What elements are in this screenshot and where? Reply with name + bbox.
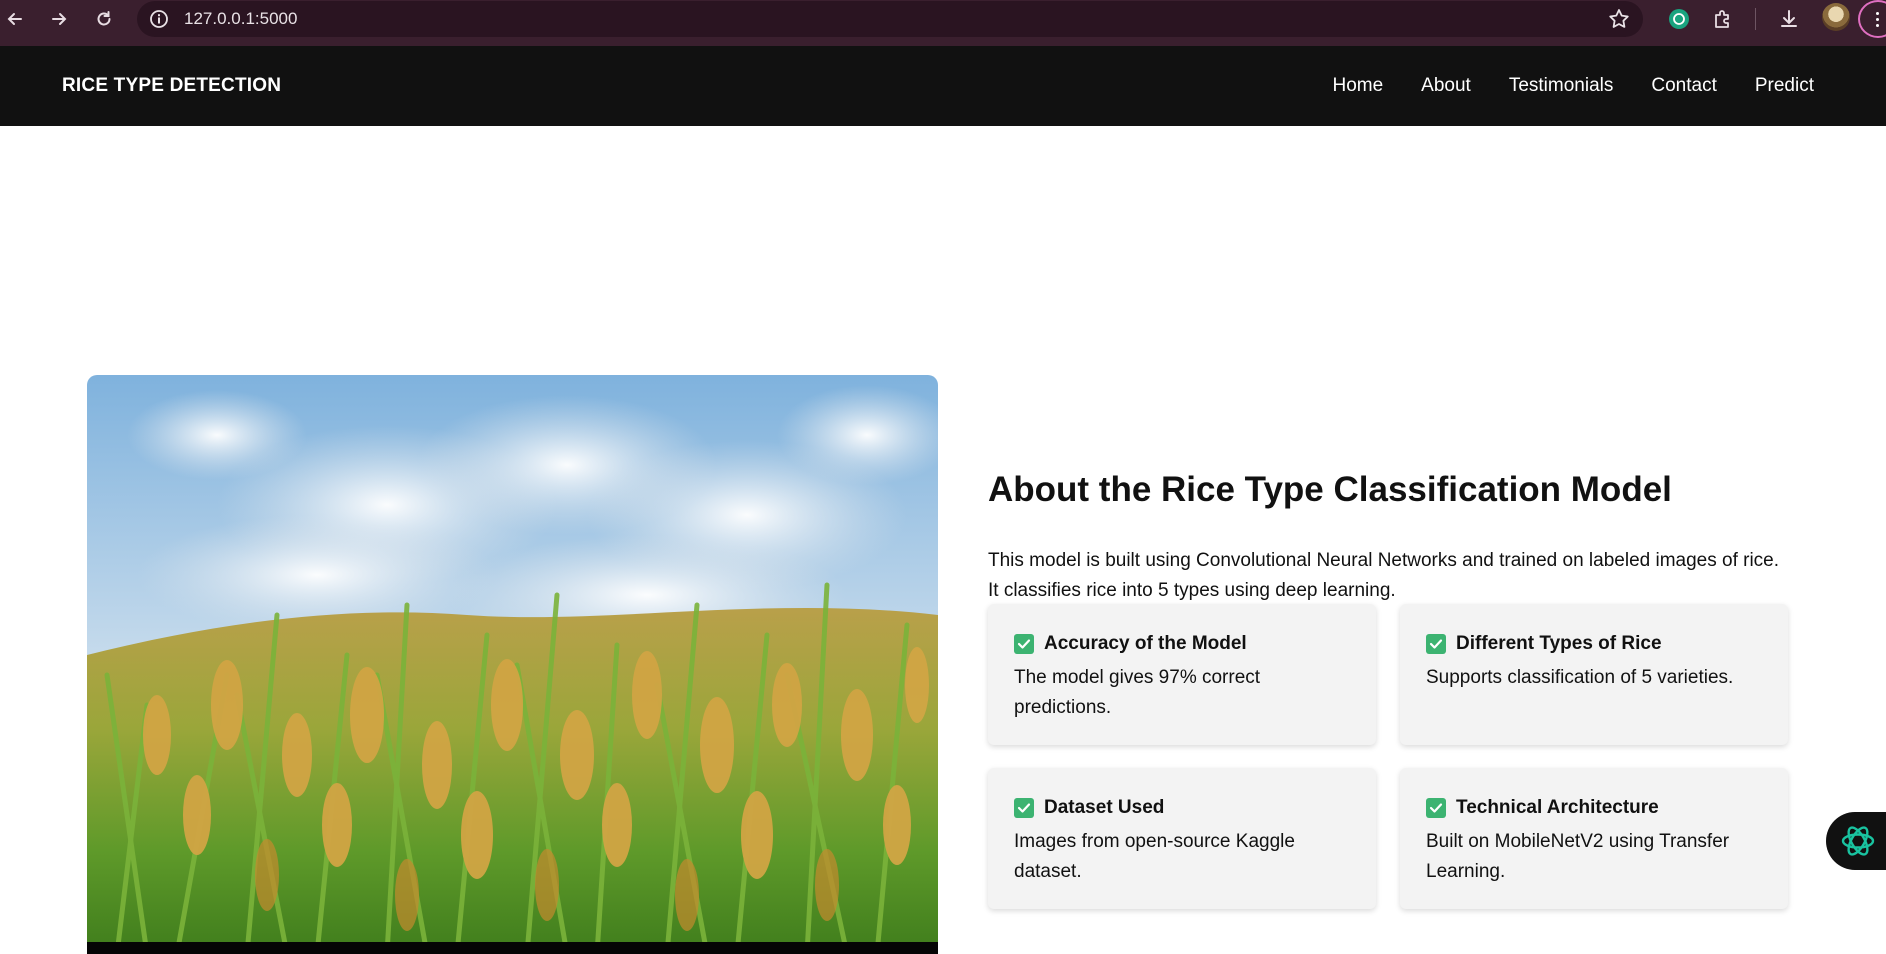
nav-home[interactable]: Home [1332,75,1383,97]
card-body: Images from open-source Kaggle dataset. [1014,831,1295,882]
nav-predict[interactable]: Predict [1755,75,1814,97]
profile-avatar[interactable] [1822,3,1850,31]
kebab-menu-icon [1876,12,1879,15]
star-icon[interactable] [1607,7,1631,31]
puzzle-icon [1715,10,1729,28]
card-title: Accuracy of the Model [1044,633,1247,654]
card-body: Built on MobileNetV2 using Transfer Lear… [1426,831,1730,882]
about-title: About the Rice Type Classification Model [988,470,1672,509]
nav-about[interactable]: About [1421,75,1471,97]
arrow-right-icon [52,13,67,25]
check-box-icon [1426,634,1446,654]
address-bar[interactable]: 127.0.0.1:5000 [137,1,1643,37]
card-header: Technical Architecture [1426,797,1659,819]
card-header: Different Types of Rice [1426,633,1662,655]
extensions-button[interactable] [1708,4,1738,34]
toolbar-divider [1755,8,1756,30]
about-description: This model is built using Convolutional … [988,550,1780,601]
chatgpt-extension-button[interactable] [1664,4,1694,34]
image-bottom-bar [87,942,938,954]
forward-button[interactable] [44,4,74,34]
nav-testimonials[interactable]: Testimonials [1509,75,1614,97]
assistant-float-button[interactable] [1826,812,1886,870]
back-button[interactable] [0,4,30,34]
nav-menu: Home About Testimonials Contact Predict [1332,75,1814,97]
reload-button[interactable] [89,4,119,34]
card-title: Different Types of Rice [1456,633,1662,654]
card-header: Dataset Used [1014,797,1164,819]
site-navbar: RICE TYPE DETECTION Home About Testimoni… [0,46,1886,126]
url-text[interactable]: 127.0.0.1:5000 [184,9,297,29]
downloads-button[interactable] [1774,4,1804,34]
browser-toolbar: 127.0.0.1:5000 [0,0,1886,46]
reload-icon [97,11,111,26]
nav-contact[interactable]: Contact [1651,75,1716,97]
card-header: Accuracy of the Model [1014,633,1247,655]
rice-field-image [87,375,938,954]
check-box-icon [1426,798,1446,818]
site-brand[interactable]: RICE TYPE DETECTION [62,75,281,97]
check-box-icon [1014,798,1034,818]
card-title: Technical Architecture [1456,797,1659,818]
card-title: Dataset Used [1044,797,1165,818]
chatgpt-icon [1669,9,1689,29]
feature-card-accuracy: Accuracy of the Model The model gives 97… [988,604,1376,745]
download-icon [1781,10,1797,27]
chatgpt-logo-icon [1841,826,1875,856]
arrow-left-icon [7,13,22,25]
feature-card-rice-types: Different Types of Rice Supports classif… [1400,604,1788,745]
feature-card-dataset: Dataset Used Images from open-source Kag… [988,768,1376,909]
check-box-icon [1014,634,1034,654]
info-icon[interactable] [149,9,169,29]
feature-card-architecture: Technical Architecture Built on MobileNe… [1400,768,1788,909]
card-body: The model gives 97% correct predictions. [1014,667,1261,718]
card-body: Supports classification of 5 varieties. [1426,667,1734,688]
browser-menu-button[interactable] [1858,0,1886,38]
